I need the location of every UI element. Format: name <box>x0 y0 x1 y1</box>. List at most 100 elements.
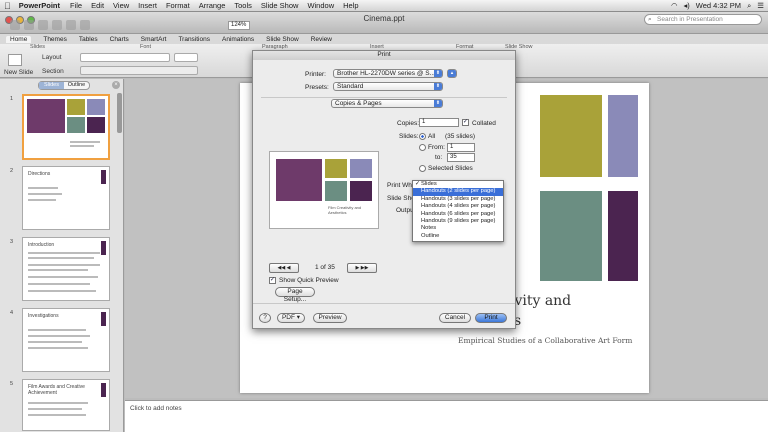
menu-item-handouts-6[interactable]: Handouts (6 slides per page) <box>413 211 503 218</box>
notes-pane[interactable]: Click to add notes <box>125 400 768 432</box>
menu-format[interactable]: Format <box>166 1 190 10</box>
window-toolbar: 124% Cinema.ppt ⌕ Search in Presentation <box>0 12 768 34</box>
tab-charts[interactable]: Charts <box>110 36 129 43</box>
tab-slides[interactable]: Slides <box>39 82 64 89</box>
next-page-button[interactable]: ▶ ▶▶ <box>347 263 377 273</box>
slide-thumbnail[interactable]: Directions <box>22 166 110 230</box>
printer-label: Printer: <box>305 71 326 78</box>
menu-tools[interactable]: Tools <box>234 1 252 10</box>
checkmark-icon: ✓ <box>415 181 420 187</box>
printer-select[interactable]: Brother HL-2270DW series @ S... ⬍ <box>333 69 443 78</box>
menu-slide-show[interactable]: Slide Show <box>261 1 299 10</box>
tab-outline[interactable]: Outline <box>64 82 89 89</box>
copies-label: Copies: <box>397 120 420 127</box>
collated-checkbox[interactable]: ✓ <box>462 119 469 126</box>
clock[interactable]: Wed 4:32 PM <box>696 1 741 10</box>
font-style-bar[interactable] <box>80 66 198 75</box>
chevron-down-icon: ⬍ <box>434 70 442 77</box>
print-what-menu: ✓ Slides Handouts (2 slides per page) Han… <box>412 180 504 242</box>
pdf-button[interactable]: PDF ▾ <box>277 313 305 323</box>
menu-item-label: Handouts (9 slides per page) <box>421 217 496 224</box>
menu-item-handouts-2[interactable]: Handouts (2 slides per page) <box>413 188 503 196</box>
tab-home[interactable]: Home <box>6 35 32 43</box>
spotlight-icon[interactable]: ⌕ <box>747 1 751 11</box>
tab-animations[interactable]: Animations <box>222 36 254 43</box>
new-slide-icon[interactable] <box>8 54 22 66</box>
menu-item-label: Outline <box>421 232 440 239</box>
cancel-button[interactable]: Cancel <box>439 313 471 323</box>
presets-select[interactable]: Standard ⬍ <box>333 82 443 91</box>
menu-bar:  PowerPoint File Edit View Insert Forma… <box>0 0 768 12</box>
menu-item-label: Handouts (2 slides per page) <box>421 188 496 195</box>
expand-dialog-button[interactable]: ▴ <box>447 69 457 78</box>
menu-file[interactable]: File <box>70 1 82 10</box>
slide-square-teal <box>540 191 602 281</box>
print-button[interactable]: Print <box>475 313 507 323</box>
from-field[interactable]: 1 <box>447 143 475 152</box>
slide-thumbnail[interactable]: Introduction <box>22 237 110 301</box>
menu-item-handouts-4[interactable]: Handouts (4 slides per page) <box>413 203 503 210</box>
tab-smartart[interactable]: SmartArt <box>141 36 167 43</box>
font-size-field[interactable] <box>174 53 198 62</box>
tab-themes[interactable]: Themes <box>43 36 66 43</box>
slide-square-dark <box>608 191 638 281</box>
tab-slide-show[interactable]: Slide Show <box>266 36 299 43</box>
tab-transitions[interactable]: Transitions <box>178 36 210 43</box>
prev-page-button[interactable]: ◀◀ ◀ <box>269 263 299 273</box>
menu-insert[interactable]: Insert <box>138 1 157 10</box>
copies-field[interactable]: 1 <box>419 118 459 127</box>
menu-item-outline[interactable]: Outline <box>413 233 503 240</box>
menu-item-handouts-3[interactable]: Handouts (3 slides per page) <box>413 196 503 203</box>
menu-item-label: Notes <box>421 225 437 232</box>
menu-edit[interactable]: Edit <box>91 1 104 10</box>
new-slide-button[interactable]: New Slide <box>4 69 33 76</box>
quick-preview-checkbox[interactable]: ✓ <box>269 277 276 284</box>
menu-item-label: Handouts (6 slides per page) <box>421 210 496 217</box>
help-button[interactable]: ? <box>259 313 271 323</box>
chevron-down-icon: ⬍ <box>434 100 442 107</box>
presets-label: Presets: <box>305 84 329 91</box>
slide-thumbnail[interactable]: Investigations <box>22 308 110 372</box>
ribbon-tabs: Home Themes Tables Charts SmartArt Trans… <box>0 34 768 44</box>
menu-item-slides[interactable]: ✓ Slides <box>413 181 503 188</box>
preview-button[interactable]: Preview <box>313 313 347 323</box>
slide-thumbnail[interactable]: Film Awards and Creative Achievement <box>22 379 110 431</box>
search-icon: ⌕ <box>648 16 652 23</box>
volume-icon[interactable]: ◂) <box>683 1 689 10</box>
search-placeholder: Search in Presentation <box>657 16 723 23</box>
thumb-title: Film Awards and Creative Achievement <box>28 384 85 396</box>
menu-item-handouts-9[interactable]: Handouts (9 slides per page) <box>413 218 503 225</box>
slide-subtitle: Empirical Studies of a Collaborative Art… <box>458 336 633 345</box>
wifi-icon[interactable]: ◠ <box>671 1 678 10</box>
thumb-number: 4 <box>10 310 14 316</box>
font-name-field[interactable] <box>80 53 170 62</box>
dialog-title: Print <box>253 51 515 60</box>
from-label: From: <box>428 144 445 151</box>
apple-icon[interactable]:  <box>4 1 11 11</box>
menu-window[interactable]: Window <box>307 1 334 10</box>
menu-item-notes[interactable]: Notes <box>413 225 503 232</box>
tab-tables[interactable]: Tables <box>79 36 98 43</box>
menu-item-label: Handouts (4 slides per page) <box>421 203 496 210</box>
menu-app-name[interactable]: PowerPoint <box>19 1 60 10</box>
section-select[interactable]: Copies & Pages ⬍ <box>331 99 443 108</box>
menu-help[interactable]: Help <box>343 1 358 10</box>
close-icon[interactable]: × <box>112 81 120 89</box>
layout-button[interactable]: Layout <box>42 54 62 61</box>
menu-arrange[interactable]: Arrange <box>199 1 226 10</box>
page-setup-button[interactable]: Page Setup... <box>275 287 315 303</box>
search-input[interactable]: ⌕ Search in Presentation <box>644 14 762 25</box>
sidebar-scrollbar[interactable] <box>117 93 122 133</box>
list-icon[interactable]: ☰ <box>757 1 764 10</box>
notes-placeholder: Click to add notes <box>130 405 182 412</box>
all-radio[interactable] <box>419 133 426 140</box>
group-slides: Slides <box>30 44 45 50</box>
preview-caption-2: Aesthetics <box>328 210 347 215</box>
to-field[interactable]: 35 <box>447 153 475 162</box>
slide-thumbnail[interactable] <box>22 94 110 160</box>
section-button[interactable]: Section <box>42 68 64 75</box>
tab-review[interactable]: Review <box>311 36 332 43</box>
selected-slides-radio[interactable] <box>419 165 426 172</box>
from-radio[interactable] <box>419 144 426 151</box>
menu-view[interactable]: View <box>113 1 129 10</box>
